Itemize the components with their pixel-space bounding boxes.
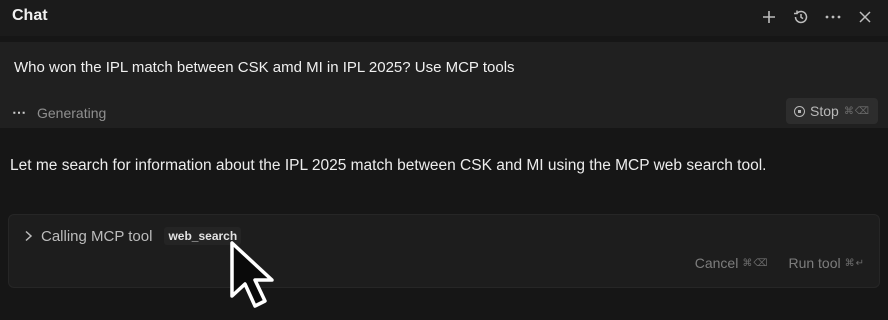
history-icon[interactable] (788, 4, 814, 30)
chat-header: Chat (0, 0, 888, 36)
run-tool-shortcut: ⌘↵ (844, 257, 865, 269)
chat-title: Chat (12, 7, 48, 24)
tool-call-label: Calling MCP tool (41, 227, 153, 245)
tool-call-toggle[interactable]: Calling MCP tool web_search (23, 227, 242, 245)
ellipsis-icon: ⋯ (12, 104, 27, 120)
generating-status: ⋯ Generating (12, 104, 106, 121)
header-actions (756, 4, 878, 30)
plus-icon[interactable] (756, 4, 782, 30)
user-prompt-card: Who won the IPL match between CSK amd MI… (0, 42, 888, 128)
stop-icon (794, 105, 806, 117)
generating-label: Generating (37, 104, 107, 121)
stop-button[interactable]: Stop ⌘⌫ (786, 98, 878, 124)
assistant-message: Let me search for information about the … (10, 157, 767, 174)
run-tool-button[interactable]: Run tool ⌘↵ (788, 255, 865, 271)
mouse-pointer-icon (228, 240, 278, 315)
cancel-shortcut: ⌘⌫ (742, 257, 769, 269)
user-prompt-text: Who won the IPL match between CSK amd MI… (14, 59, 515, 76)
run-tool-label: Run tool (788, 255, 841, 271)
stop-shortcut: ⌘⌫ (843, 105, 870, 117)
chevron-right-icon (23, 230, 33, 242)
close-icon[interactable] (852, 4, 878, 30)
more-icon[interactable] (820, 4, 846, 30)
tool-call-actions: Cancel ⌘⌫ Run tool ⌘↵ (695, 255, 865, 271)
cancel-button[interactable]: Cancel ⌘⌫ (695, 255, 769, 271)
stop-label: Stop (810, 103, 839, 119)
tool-call-card: Calling MCP tool web_search Cancel ⌘⌫ Ru… (8, 214, 880, 288)
cancel-label: Cancel (694, 255, 739, 271)
